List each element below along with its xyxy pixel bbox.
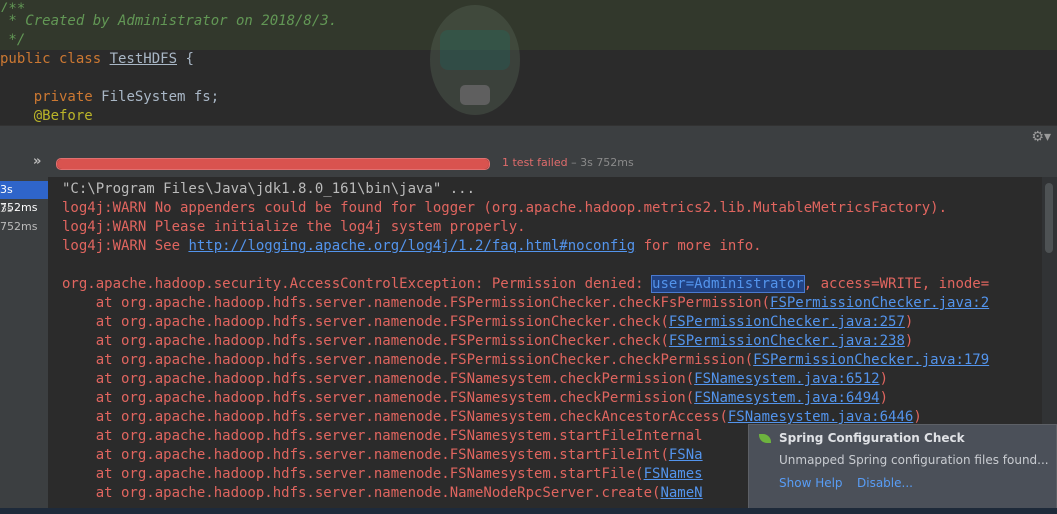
test-status-bar: » 1 test failed – 3s 752ms <box>0 151 1057 177</box>
log4j-faq-link[interactable]: http://logging.apache.org/log4j/1.2/faq.… <box>188 238 635 254</box>
stack-method: at org.apache.hadoop.hdfs.server.namenod… <box>62 485 661 501</box>
stack-trace-line: at org.apache.hadoop.hdfs.server.namenod… <box>62 313 914 332</box>
stack-trace-line: at org.apache.hadoop.hdfs.server.namenod… <box>62 465 703 484</box>
stack-method: at org.apache.hadoop.hdfs.server.namenod… <box>62 371 695 387</box>
spring-config-notification: Spring Configuration Check Unmapped Spri… <box>748 424 1057 514</box>
stack-trace-line: at org.apache.hadoop.hdfs.server.namenod… <box>62 332 914 351</box>
run-tool-window-header: ⚙▾ <box>0 125 1057 151</box>
console-exception-line: org.apache.hadoop.security.AccessControl… <box>62 275 989 294</box>
source-file-link[interactable]: FSPermissionChecker.java:257 <box>669 314 905 330</box>
source-file-link[interactable]: FSNames <box>644 466 703 482</box>
source-file-link[interactable]: FSPermissionChecker.java:179 <box>753 352 989 368</box>
tests-failed-label: 1 test failed <box>502 156 568 169</box>
source-file-link[interactable]: FSPermissionChecker.java:238 <box>669 333 905 349</box>
stack-close-paren: ) <box>879 371 889 387</box>
source-file-link[interactable]: FSNa <box>669 447 703 463</box>
stack-method: at org.apache.hadoop.hdfs.server.namenod… <box>62 390 695 406</box>
selected-text[interactable]: user=Administrator <box>651 275 805 293</box>
show-help-link[interactable]: Show Help <box>779 476 843 490</box>
brace: { <box>177 51 194 67</box>
stack-method: at org.apache.hadoop.hdfs.server.namenod… <box>62 314 669 330</box>
notification-title: Spring Configuration Check <box>779 431 965 445</box>
test-tree-item[interactable]: 3s 752ms <box>0 200 48 233</box>
stack-method: at org.apache.hadoop.hdfs.server.namenod… <box>62 428 703 444</box>
console-warn-line: log4j:WARN Please initialize the log4j s… <box>62 219 526 235</box>
test-tree-panel: 3s 752ms 3s 752ms <box>0 177 49 514</box>
field-decl: FileSystem fs; <box>101 89 220 105</box>
stack-trace-line: at org.apache.hadoop.hdfs.server.namenod… <box>62 427 703 446</box>
stack-close-paren: ) <box>904 333 914 349</box>
test-progress-fill <box>57 159 489 169</box>
stack-trace-line: at org.apache.hadoop.hdfs.server.namenod… <box>62 446 703 465</box>
keyword-private: private <box>0 89 102 105</box>
test-tree-item[interactable]: 3s 752ms <box>0 181 48 214</box>
watermark-logo <box>430 5 520 115</box>
code-line-field: private FileSystem fs; <box>0 88 219 107</box>
console-warn-line: log4j:WARN See http://logging.apache.org… <box>62 237 762 256</box>
test-progress-bar <box>56 158 490 170</box>
stack-method: at org.apache.hadoop.hdfs.server.namenod… <box>62 295 771 311</box>
stack-trace-line: at org.apache.hadoop.hdfs.server.namenod… <box>62 370 888 389</box>
source-file-link[interactable]: FSPermissionChecker.java:2 <box>770 295 989 311</box>
stack-method: at org.apache.hadoop.hdfs.server.namenod… <box>62 466 644 482</box>
class-name[interactable]: TestHDFS <box>110 51 177 67</box>
source-file-link[interactable]: FSNamesystem.java:6512 <box>694 371 879 387</box>
stack-trace-line: at org.apache.hadoop.hdfs.server.namenod… <box>62 389 888 408</box>
test-duration-label: – 3s 752ms <box>567 156 634 169</box>
stack-method: at org.apache.hadoop.hdfs.server.namenod… <box>62 333 669 349</box>
stack-method: at org.apache.hadoop.hdfs.server.namenod… <box>62 409 728 425</box>
warn-prefix: log4j:WARN See <box>62 238 189 254</box>
console-warn-line: log4j:WARN No appenders could be found f… <box>62 200 948 216</box>
warn-suffix: for more info. <box>635 238 762 254</box>
code-line-annotation: @Before <box>0 108 93 124</box>
double-chevron-icon[interactable]: » <box>33 154 41 169</box>
stack-trace-line: at org.apache.hadoop.hdfs.server.namenod… <box>62 351 989 370</box>
disable-link[interactable]: Disable... <box>857 476 913 490</box>
stack-method: at org.apache.hadoop.hdfs.server.namenod… <box>62 447 669 463</box>
stack-close-paren: ) <box>913 409 922 425</box>
stack-close-paren: ) <box>879 390 889 406</box>
stack-method: at org.apache.hadoop.hdfs.server.namenod… <box>62 352 754 368</box>
scrollbar-thumb[interactable] <box>1045 183 1053 253</box>
spring-leaf-icon <box>759 434 771 443</box>
source-file-link[interactable]: FSNamesystem.java:6494 <box>694 390 879 406</box>
source-file-link[interactable]: FSNamesystem.java:6446 <box>728 409 913 425</box>
code-line-class-decl: public class TestHDFS { <box>0 50 194 69</box>
stack-close-paren: ) <box>904 314 914 330</box>
exception-suffix: , access=WRITE, inode= <box>803 276 990 292</box>
code-editor[interactable]: /** * Created by Administrator on 2018/8… <box>0 0 1057 125</box>
test-status-text: 1 test failed – 3s 752ms <box>502 156 634 169</box>
stack-trace-line: at org.apache.hadoop.hdfs.server.namenod… <box>62 294 989 313</box>
console-cmd-line: "C:\Program Files\Java\jdk1.8.0_161\bin\… <box>62 181 476 197</box>
gear-icon[interactable]: ⚙▾ <box>1031 129 1051 145</box>
exception-message: org.apache.hadoop.security.AccessControl… <box>62 276 653 292</box>
keyword-public-class: public class <box>0 51 110 67</box>
notification-body: Unmapped Spring configuration files foun… <box>779 453 1049 467</box>
stack-trace-line: at org.apache.hadoop.hdfs.server.namenod… <box>62 484 703 503</box>
source-file-link[interactable]: NameN <box>660 485 702 501</box>
taskbar <box>0 508 1057 514</box>
